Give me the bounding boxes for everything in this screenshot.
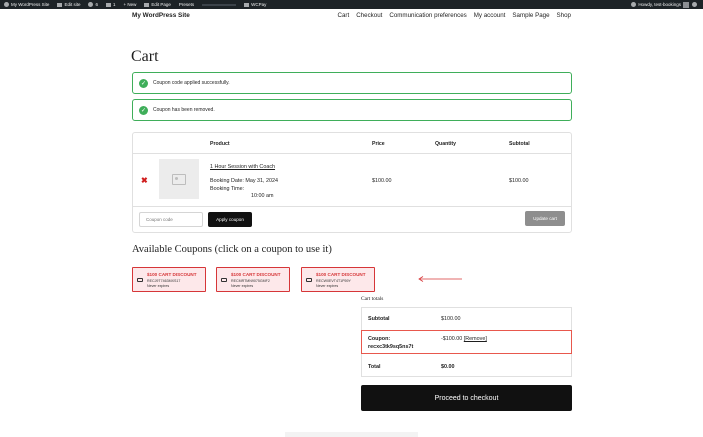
wordpress-icon [4,2,9,7]
nav-my-account[interactable]: My account [474,12,506,19]
nav-cart[interactable]: Cart [338,12,350,19]
admin-bar: My WordPress Site Edit site 6 1 + New Ed… [0,0,703,9]
edit-icon [57,2,63,7]
nav-shop[interactable]: Shop [557,12,571,19]
header-quantity: Quantity [435,141,457,147]
coupon-expiry: Never expires [316,284,339,288]
nav-checkout[interactable]: Checkout [356,12,382,19]
admin-presets-link[interactable]: Presets [179,2,194,7]
item-price: $100.00 [372,178,392,184]
header-product: Product [210,141,230,147]
proceed-to-checkout-button[interactable]: Proceed to checkout [361,385,572,411]
subtotal-value: $100.00 [441,316,461,322]
available-coupons-title: Available Coupons (click on a coupon to … [132,244,332,255]
coupon-code: RECMRTMN9075GMF2 [231,279,270,283]
coupon-icon [137,278,143,282]
cart-table-header: Product Price Quantity Subtotal [133,133,571,154]
coupon-code: RECW0EVT4T1P59Y [316,279,351,283]
admin-edit-site-link[interactable]: Edit site [57,2,80,7]
booking-time-value: 10:00 am [251,193,274,199]
total-row: Total $0.00 [362,356,571,378]
search-icon[interactable] [692,2,697,7]
updates-icon [88,2,94,7]
subtotal-label: Subtotal [368,316,390,322]
table-row: ✖ 1 Hour Session with Coach Booking Date… [133,154,571,207]
success-notice: ✓ Coupon has been removed. [132,99,572,121]
comment-icon [105,2,111,7]
subtotal-row: Subtotal $100.00 [362,308,571,331]
admin-new-link[interactable]: + New [123,2,136,7]
admin-edit-page-link[interactable]: Edit Page [144,2,171,7]
image-placeholder-icon [172,173,186,185]
coupon-title: $100 CART DISCOUNT [231,272,281,277]
admin-placeholder-bar [202,3,237,6]
coupon-label: Coupon: [368,336,391,342]
page-title: Cart [131,48,159,65]
coupon-discount: -$100.00 [Remove] [441,336,487,342]
remove-item-icon[interactable]: ✖ [141,177,148,185]
admin-wcpay-link[interactable]: WCPay [244,2,266,7]
cart-table: Product Price Quantity Subtotal ✖ 1 Hour… [132,132,572,233]
coupon-discount-value: -$100.00 [441,336,463,342]
site-title[interactable]: My WordPress Site [132,12,190,19]
page-footer-edge [285,432,418,437]
arrow-left-icon [418,276,462,282]
product-thumbnail[interactable] [159,159,199,199]
booking-time-label: Booking Time: [210,186,245,192]
coupon-card[interactable]: $100 CART DISCOUNT RECW0EVT4T1P59Y Never… [301,267,375,292]
coupon-expiry: Never expires [231,284,254,288]
product-link[interactable]: 1 Hour Session with Coach [210,164,275,170]
remove-coupon-link[interactable]: [Remove] [464,336,487,342]
admin-account[interactable]: Howdy, test-bookings [631,1,699,8]
check-icon: ✓ [139,105,148,115]
user-icon [631,2,637,7]
apply-coupon-button[interactable]: Apply coupon [208,212,252,227]
notice-text: Coupon has been removed. [153,107,215,113]
total-value: $0.00 [441,364,455,370]
admin-updates-link[interactable]: 6 [88,2,98,7]
coupon-code: RECJ9T7463MXS17 [147,279,181,283]
wcpay-icon [244,2,250,7]
header-subtotal: Subtotal [509,141,530,147]
booking-date: Booking Date: May 31, 2024 [210,178,279,184]
coupon-title: $100 CART DISCOUNT [147,272,197,277]
cart-totals-title: Cart totals [361,296,384,302]
pencil-icon [144,2,150,7]
applied-coupon-code: recxc3tk9sq5ns7t [368,344,414,350]
nav-sample-page[interactable]: Sample Page [512,12,549,19]
applied-coupon-row: Coupon: recxc3tk9sq5ns7t -$100.00 [Remov… [361,330,572,354]
coupon-icon [221,278,227,282]
total-label: Total [368,364,381,370]
coupon-title: $100 CART DISCOUNT [316,272,366,277]
cart-actions: Apply coupon Update cart [133,207,571,234]
header-price: Price [372,141,385,147]
success-notice: ✓ Coupon code applied successfully. [132,72,572,94]
nav-communication-preferences[interactable]: Communication preferences [389,12,466,19]
check-icon: ✓ [139,78,148,88]
coupon-expiry: Never expires [147,284,170,288]
coupon-card[interactable]: $100 CART DISCOUNT RECJ9T7463MXS17 Never… [132,267,206,292]
item-subtotal: $100.00 [509,178,529,184]
coupon-code-input[interactable] [139,212,203,227]
main-nav: Cart Checkout Communication preferences … [331,12,571,19]
avatar [683,1,689,8]
coupon-icon [306,278,312,282]
notice-text: Coupon code applied successfully. [153,80,230,86]
coupon-card[interactable]: $100 CART DISCOUNT RECMRTMN9075GMF2 Neve… [216,267,290,292]
admin-site-link[interactable]: My WordPress Site [4,2,49,7]
admin-comments-link[interactable]: 1 [105,2,115,7]
update-cart-button[interactable]: Update cart [525,211,565,226]
